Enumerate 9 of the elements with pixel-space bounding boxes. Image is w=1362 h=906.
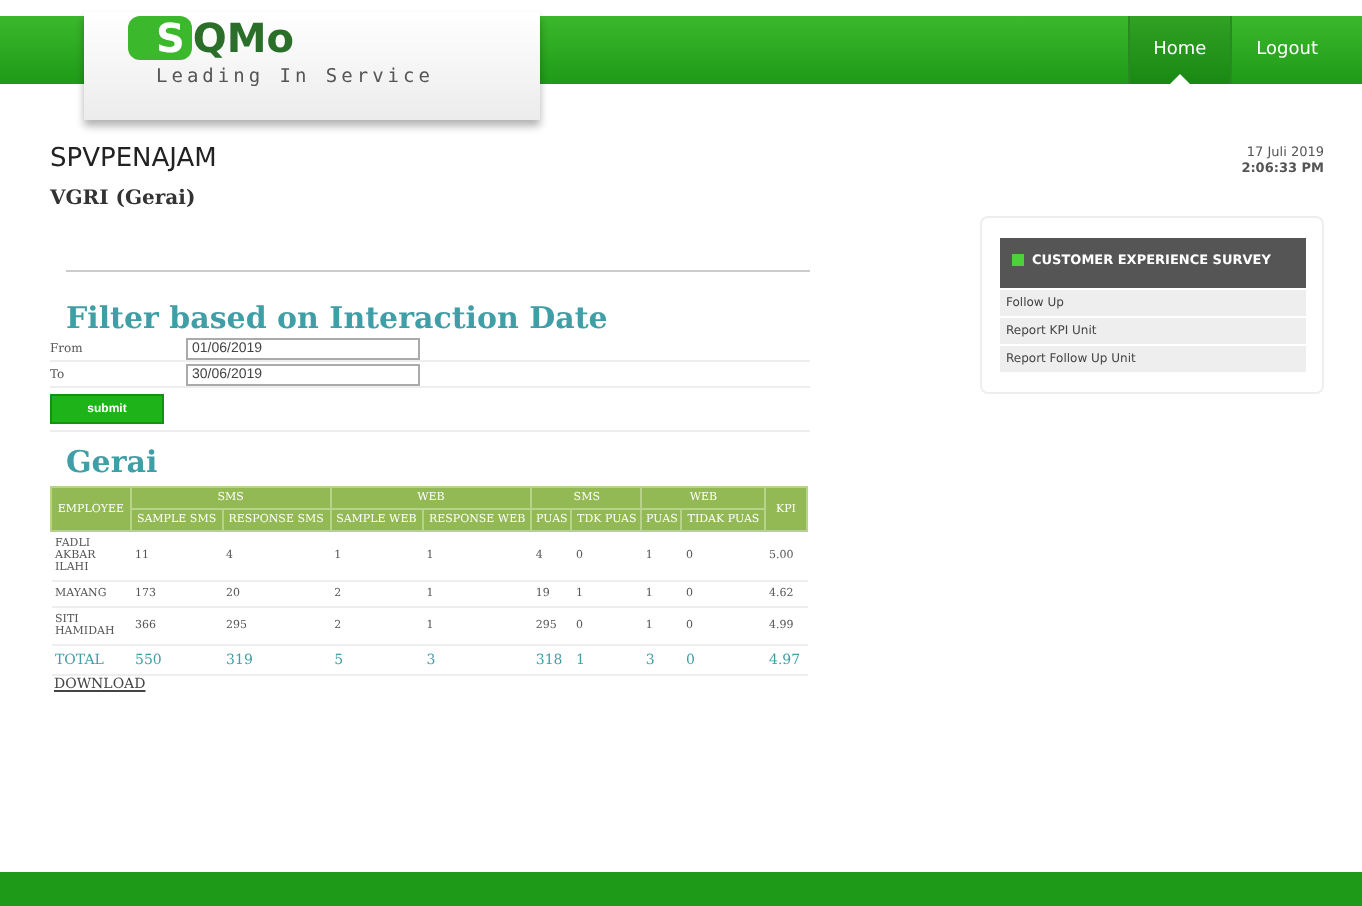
bullet-icon bbox=[1012, 254, 1024, 266]
logo-text: QMo bbox=[192, 16, 295, 60]
table-title: Gerai bbox=[66, 444, 160, 480]
user-name: SPVPENAJAM bbox=[50, 144, 219, 174]
logo-mark: S bbox=[128, 16, 193, 60]
filter-title: Filter based on Interaction Date bbox=[66, 300, 610, 336]
unit-name: VGRI (Gerai) bbox=[50, 188, 198, 210]
logo-tagline: Leading In Service bbox=[154, 66, 436, 88]
nav-link[interactable]: Home bbox=[1127, 16, 1231, 84]
